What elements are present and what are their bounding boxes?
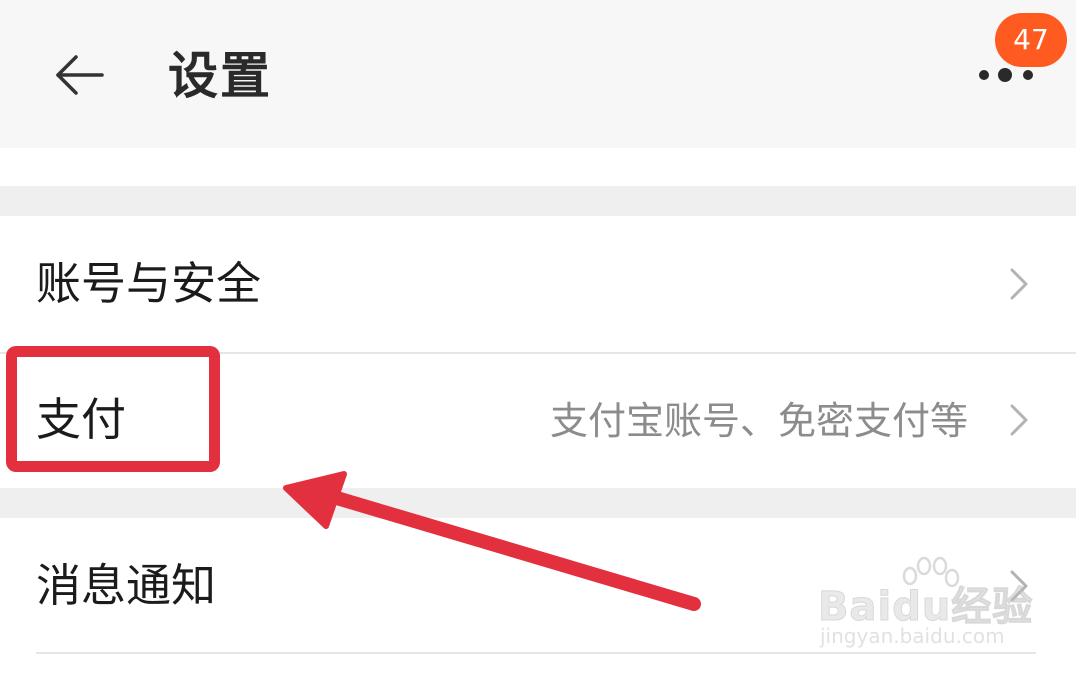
- section-divider: [0, 186, 1076, 216]
- row-divider: [36, 652, 1036, 654]
- settings-item-notifications[interactable]: 消息通知: [0, 518, 1076, 652]
- notification-badge: 47: [995, 13, 1067, 67]
- section-divider: [0, 488, 1076, 518]
- arrow-left-icon: [56, 55, 104, 95]
- settings-item-label: 支付: [36, 393, 127, 446]
- settings-item-label: 消息通知: [36, 559, 217, 612]
- settings-item-description: 支付宝账号、免密支付等: [549, 399, 968, 443]
- settings-item-label: 账号与安全: [36, 257, 262, 310]
- chevron-right-icon: [1010, 570, 1028, 602]
- back-button[interactable]: [50, 50, 110, 100]
- section-spacer: [0, 148, 1076, 186]
- header-bar: 设置 47: [0, 0, 1076, 148]
- chevron-right-icon: [1010, 404, 1028, 436]
- chevron-right-icon: [1010, 268, 1028, 300]
- settings-item-payment[interactable]: 支付 支付宝账号、免密支付等: [0, 354, 1076, 488]
- settings-item-account-security[interactable]: 账号与安全: [0, 216, 1076, 352]
- page-title: 设置: [168, 47, 272, 105]
